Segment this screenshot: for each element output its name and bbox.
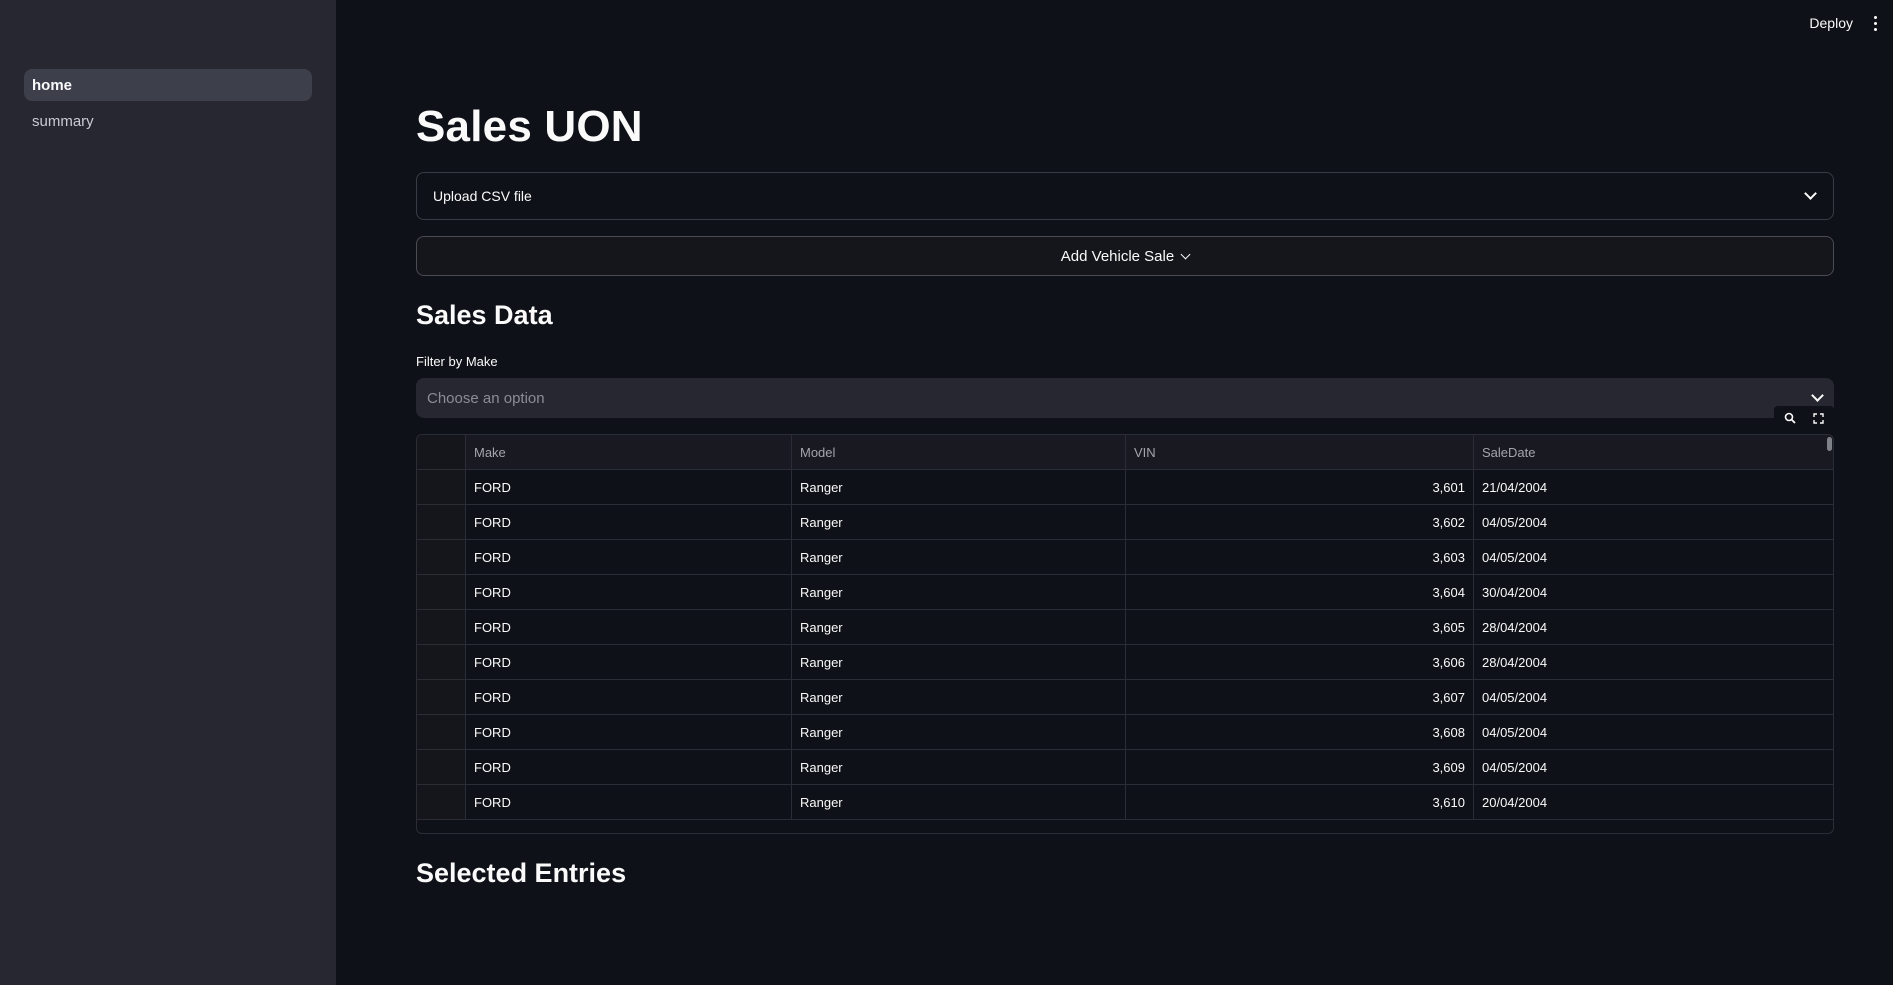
vin-cell[interactable]: 3,604 [1126, 575, 1474, 609]
row-index-cell[interactable] [417, 540, 466, 574]
vin-cell[interactable]: 3,601 [1126, 470, 1474, 504]
make-cell[interactable]: FORD [466, 680, 792, 714]
table-row[interactable]: FORD Ranger 3,609 04/05/2004 [417, 750, 1833, 785]
saledate-cell[interactable]: 28/04/2004 [1474, 610, 1833, 644]
column-header-make[interactable]: Make [466, 435, 792, 469]
saledate-cell[interactable]: 21/04/2004 [1474, 470, 1833, 504]
model-cell[interactable]: Ranger [792, 610, 1126, 644]
add-vehicle-sale-label: Add Vehicle Sale [1060, 247, 1175, 265]
saledate-cell[interactable]: 04/05/2004 [1474, 715, 1833, 749]
row-index-cell[interactable] [417, 575, 466, 609]
make-cell[interactable]: FORD [466, 715, 792, 749]
sidebar-item-summary[interactable]: summary [24, 105, 312, 137]
vin-cell[interactable]: 3,605 [1126, 610, 1474, 644]
vin-cell[interactable]: 3,603 [1126, 540, 1474, 574]
deploy-button[interactable]: Deploy [1809, 15, 1853, 31]
vin-cell[interactable]: 3,602 [1126, 505, 1474, 539]
make-cell[interactable]: FORD [466, 505, 792, 539]
chevron-down-icon [1180, 249, 1191, 260]
table-row[interactable]: FORD Ranger 3,601 21/04/2004 [417, 470, 1833, 505]
model-cell[interactable]: Ranger [792, 750, 1126, 784]
sidebar-nav: home summary [24, 69, 312, 141]
upload-csv-label: Upload CSV file [433, 188, 532, 204]
model-cell[interactable]: Ranger [792, 785, 1126, 819]
filter-make-select[interactable]: Choose an option [416, 378, 1834, 418]
saledate-cell[interactable]: 30/04/2004 [1474, 575, 1833, 609]
sidebar-item-home[interactable]: home [24, 69, 312, 101]
add-vehicle-sale-button[interactable]: Add Vehicle Sale [416, 236, 1834, 276]
table-row[interactable]: FORD Ranger 3,607 04/05/2004 [417, 680, 1833, 715]
model-cell[interactable]: Ranger [792, 505, 1126, 539]
model-cell[interactable]: Ranger [792, 575, 1126, 609]
make-cell[interactable]: FORD [466, 540, 792, 574]
table-row[interactable]: FORD Ranger 3,605 28/04/2004 [417, 610, 1833, 645]
saledate-cell[interactable]: 04/05/2004 [1474, 680, 1833, 714]
row-index-header [417, 435, 466, 469]
sidebar-item-label: summary [32, 112, 94, 130]
table-row[interactable]: FORD Ranger 3,604 30/04/2004 [417, 575, 1833, 610]
make-cell[interactable]: FORD [466, 785, 792, 819]
table-scrollbar[interactable] [1827, 437, 1832, 451]
row-index-cell[interactable] [417, 715, 466, 749]
vin-cell[interactable]: 3,606 [1126, 645, 1474, 679]
saledate-cell[interactable]: 04/05/2004 [1474, 540, 1833, 574]
saledate-cell[interactable]: 04/05/2004 [1474, 750, 1833, 784]
search-icon[interactable] [1778, 408, 1802, 428]
sales-data-table[interactable]: Make Model VIN SaleDate FORD Ranger 3,601 2… [416, 434, 1834, 834]
model-cell[interactable]: Ranger [792, 715, 1126, 749]
table-header: Make Model VIN SaleDate [417, 435, 1833, 470]
chevron-down-icon [1804, 187, 1817, 200]
row-index-cell[interactable] [417, 750, 466, 784]
table-row[interactable]: FORD Ranger 3,603 04/05/2004 [417, 540, 1833, 575]
model-cell[interactable]: Ranger [792, 645, 1126, 679]
row-index-cell[interactable] [417, 785, 466, 819]
model-cell[interactable]: Ranger [792, 540, 1126, 574]
vin-cell[interactable]: 3,607 [1126, 680, 1474, 714]
vin-cell[interactable]: 3,610 [1126, 785, 1474, 819]
column-header-vin[interactable]: VIN [1126, 435, 1474, 469]
sales-data-heading: Sales Data [416, 300, 553, 330]
row-index-cell[interactable] [417, 470, 466, 504]
saledate-cell[interactable]: 28/04/2004 [1474, 645, 1833, 679]
make-cell[interactable]: FORD [466, 645, 792, 679]
table-row[interactable]: FORD Ranger 3,602 04/05/2004 [417, 505, 1833, 540]
filter-label: Filter by Make [416, 354, 498, 369]
column-header-model[interactable]: Model [792, 435, 1126, 469]
table-row[interactable]: FORD Ranger 3,606 28/04/2004 [417, 645, 1833, 680]
kebab-menu-icon[interactable] [1867, 13, 1883, 33]
upload-csv-expander[interactable]: Upload CSV file [416, 172, 1834, 220]
table-body: FORD Ranger 3,601 21/04/2004 FORD Ranger 3,602… [417, 470, 1833, 820]
sidebar: home summary [0, 0, 336, 985]
chevron-down-icon [1811, 389, 1824, 402]
row-index-cell[interactable] [417, 680, 466, 714]
saledate-cell[interactable]: 20/04/2004 [1474, 785, 1833, 819]
top-toolbar: Deploy [1809, 0, 1893, 46]
sidebar-item-label: home [32, 76, 73, 94]
saledate-cell[interactable]: 04/05/2004 [1474, 505, 1833, 539]
make-cell[interactable]: FORD [466, 575, 792, 609]
page-title: Sales UON [416, 102, 643, 151]
table-row[interactable]: FORD Ranger 3,608 04/05/2004 [417, 715, 1833, 750]
filter-placeholder: Choose an option [427, 389, 545, 407]
table-toolbar [1774, 406, 1834, 430]
row-index-cell[interactable] [417, 610, 466, 644]
vin-cell[interactable]: 3,608 [1126, 715, 1474, 749]
fullscreen-icon[interactable] [1806, 408, 1830, 428]
make-cell[interactable]: FORD [466, 750, 792, 784]
make-cell[interactable]: FORD [466, 610, 792, 644]
selected-entries-heading: Selected Entries [416, 858, 627, 888]
table-row[interactable]: FORD Ranger 3,610 20/04/2004 [417, 785, 1833, 820]
make-cell[interactable]: FORD [466, 470, 792, 504]
vin-cell[interactable]: 3,609 [1126, 750, 1474, 784]
column-header-saledate[interactable]: SaleDate [1474, 435, 1833, 469]
model-cell[interactable]: Ranger [792, 680, 1126, 714]
row-index-cell[interactable] [417, 645, 466, 679]
row-index-cell[interactable] [417, 505, 466, 539]
model-cell[interactable]: Ranger [792, 470, 1126, 504]
